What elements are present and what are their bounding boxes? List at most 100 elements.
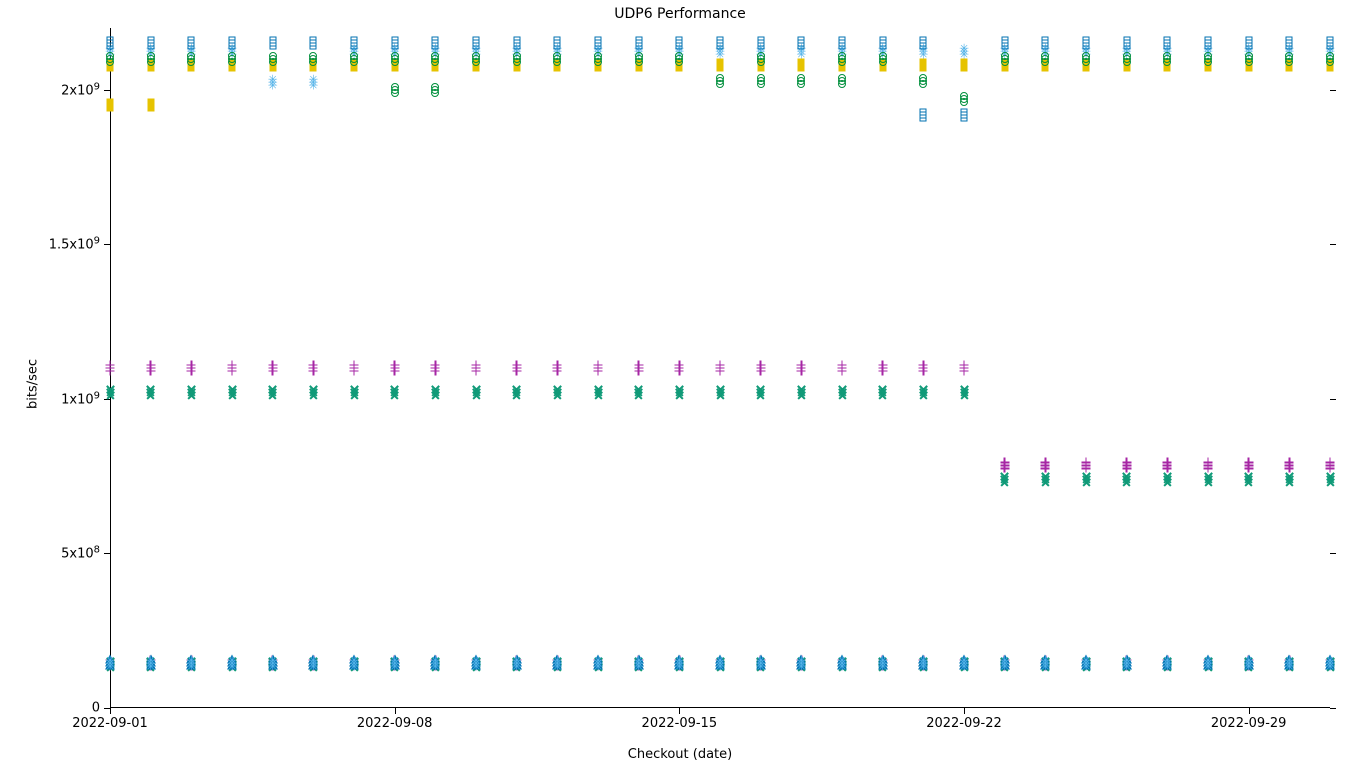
data-point: [553, 367, 562, 376]
data-point: [1204, 475, 1213, 484]
data-point: [1285, 478, 1294, 487]
data-point: [879, 58, 887, 66]
data-point: [595, 65, 602, 72]
data-point: [351, 40, 358, 47]
data-point: [391, 55, 399, 63]
data-point: [593, 661, 603, 670]
data-point: [1042, 62, 1049, 69]
data-point: [227, 655, 237, 664]
data-point: [1204, 657, 1213, 666]
data-point: [594, 663, 603, 672]
data-point: [797, 48, 806, 57]
data-point: [715, 661, 725, 670]
data-point: [797, 657, 806, 666]
data-point: [187, 58, 195, 66]
data-point: [676, 62, 683, 69]
y-tick: [1330, 399, 1336, 400]
data-point: [229, 43, 236, 50]
data-point: [554, 59, 561, 66]
data-point: [512, 361, 521, 370]
data-point: [1204, 659, 1213, 668]
x-tick: [1249, 708, 1250, 714]
data-point: [472, 388, 481, 397]
data-point: [1082, 660, 1091, 669]
data-point: [635, 59, 642, 66]
data-point: [187, 663, 196, 672]
data-point: [1001, 40, 1008, 47]
data-point: [919, 80, 927, 88]
data-point: [1326, 657, 1335, 666]
data-point: [838, 55, 846, 63]
data-point: [553, 45, 562, 54]
data-point: [349, 661, 359, 670]
data-point: [268, 663, 277, 672]
data-point: [1325, 655, 1335, 664]
data-point: [838, 48, 847, 57]
data-point: [553, 657, 562, 666]
data-point: [1163, 51, 1172, 60]
data-point: [634, 659, 643, 668]
data-point: [675, 364, 684, 373]
data-point: [798, 40, 805, 47]
data-point: [1204, 656, 1213, 665]
data-point: [878, 655, 888, 664]
data-point: [1082, 663, 1091, 672]
data-point: [513, 43, 520, 50]
data-point: [1122, 45, 1131, 54]
data-point: [1284, 658, 1294, 667]
data-point: [228, 660, 237, 669]
data-point: [513, 58, 521, 66]
data-point: [430, 661, 440, 670]
data-point: [716, 45, 725, 54]
data-point: [675, 657, 684, 666]
data-point: [635, 62, 642, 69]
data-point: [431, 51, 440, 60]
data-point: [269, 62, 276, 69]
data-point: [756, 361, 765, 370]
data-point: [187, 55, 195, 63]
data-point: [147, 59, 154, 66]
data-point: [431, 52, 439, 60]
data-point: [227, 658, 237, 667]
data-point: [553, 385, 562, 394]
data-point: [431, 364, 440, 373]
data-point: [473, 37, 480, 44]
data-point: [351, 59, 358, 66]
data-point: [431, 663, 440, 672]
data-point: [1244, 478, 1253, 487]
data-point: [634, 657, 643, 666]
data-point: [431, 660, 440, 669]
data-point: [1041, 461, 1050, 470]
data-point: [553, 364, 562, 373]
data-point: [146, 361, 155, 370]
data-point: [1001, 43, 1008, 50]
data-point: [878, 48, 887, 57]
data-point: [797, 74, 805, 82]
data-point: [472, 391, 481, 400]
data-point: [552, 658, 562, 667]
data-point: [635, 43, 642, 50]
data-point: [431, 86, 439, 94]
data-point: [716, 77, 724, 85]
data-point: [1083, 40, 1090, 47]
data-point: [1163, 52, 1171, 60]
data-point: [268, 388, 277, 397]
data-point: [1285, 663, 1294, 672]
data-point: [675, 663, 684, 672]
data-point: [187, 45, 196, 54]
data-point: [512, 660, 521, 669]
data-point: [268, 76, 277, 85]
data-point: [1082, 656, 1091, 665]
data-point: [919, 391, 928, 400]
data-point: [960, 361, 969, 370]
data-point: [1204, 478, 1213, 487]
data-point: [1205, 37, 1212, 44]
data-point: [717, 40, 724, 47]
data-point: [1244, 472, 1253, 481]
data-point: [1244, 661, 1254, 670]
data-point: [594, 660, 603, 669]
data-point: [1083, 65, 1090, 72]
y-tick-label: 0: [92, 701, 100, 716]
data-point: [1244, 464, 1253, 473]
x-tick-label: 2022-09-15: [642, 716, 718, 731]
